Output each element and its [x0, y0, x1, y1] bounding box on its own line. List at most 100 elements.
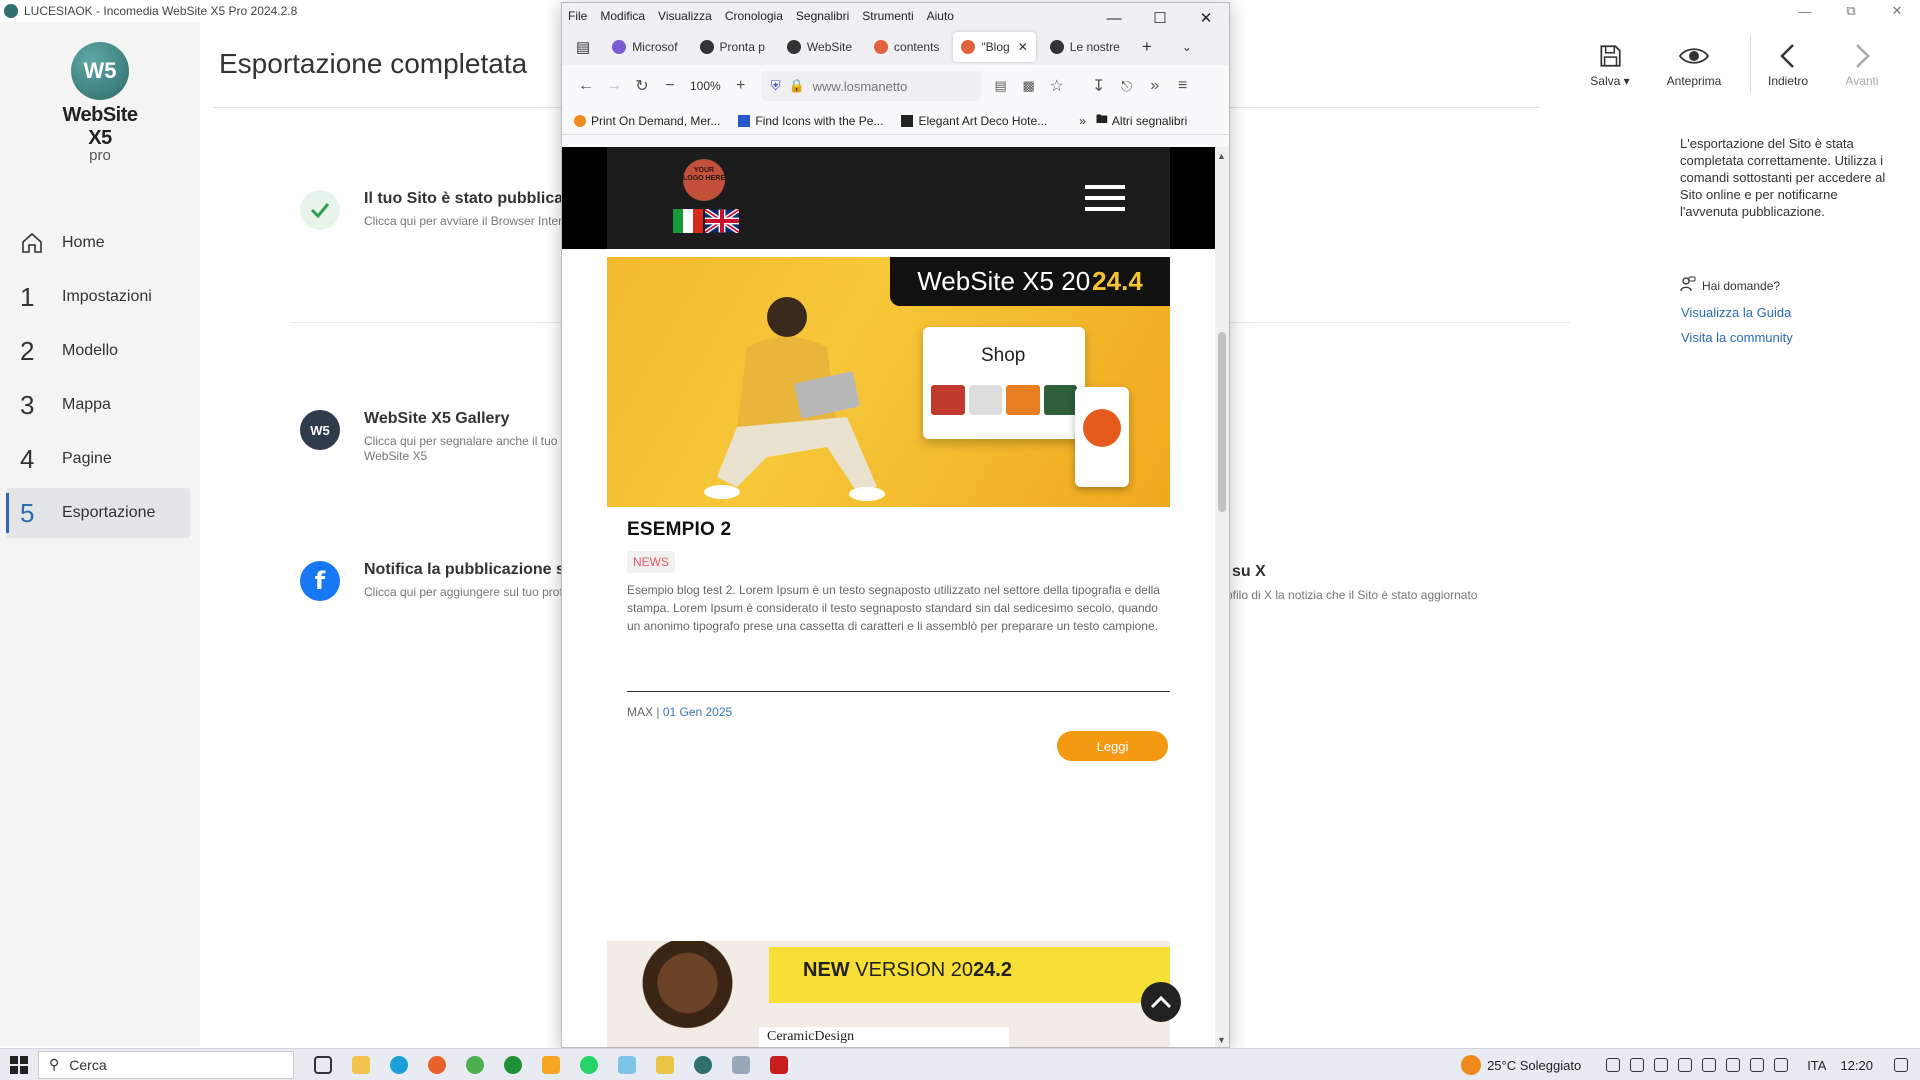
upwork-icon[interactable]	[494, 1050, 532, 1080]
file-explorer-icon[interactable]	[342, 1050, 380, 1080]
browser-tab[interactable]: contents	[866, 32, 947, 62]
x-row-title[interactable]: su X	[1232, 563, 1266, 581]
menu-file[interactable]: File	[568, 9, 587, 23]
gallery-row[interactable]: W5 WebSite X5 Gallery Clicca qui per seg…	[300, 410, 569, 464]
scroll-down-icon[interactable]: ▼	[1217, 1035, 1226, 1045]
usb-icon[interactable]	[1678, 1058, 1693, 1072]
minimize-button[interactable]: —	[1782, 0, 1828, 22]
lock-icon[interactable]: 🔒	[788, 78, 804, 94]
url-bar[interactable]: ⛨ 🔒 www.losmanetto	[760, 71, 981, 101]
network-icon[interactable]	[1702, 1058, 1717, 1072]
browser-tab[interactable]: Pronta p	[692, 32, 773, 62]
new-tab-icon[interactable]: +	[1134, 32, 1160, 62]
star-icon[interactable]: ☆	[1043, 76, 1071, 96]
page-scrollbar[interactable]: ▲ ▼	[1215, 147, 1229, 1047]
browser-tab[interactable]: Le nostre	[1042, 32, 1128, 62]
forward-arrow-icon[interactable]: →	[600, 77, 628, 95]
tray-app-icon[interactable]	[1606, 1058, 1621, 1072]
extensions-icon[interactable]: ⎋	[1113, 78, 1141, 95]
facebook-row[interactable]: f Notifica la pubblicazione su Clicca qu…	[300, 561, 575, 601]
weather-text[interactable]: 25°C Soleggiato	[1487, 1058, 1581, 1073]
tray-app-icon[interactable]	[1630, 1058, 1645, 1072]
post-category-tag[interactable]: NEWS	[627, 551, 675, 573]
bookmark-item[interactable]: Print On Demand, Mer...	[574, 114, 720, 128]
back-to-top-button[interactable]	[1141, 982, 1181, 1022]
zoom-level[interactable]: 100%	[690, 79, 721, 93]
menu-icon[interactable]: ≡	[1169, 77, 1197, 95]
menu-segnalibri[interactable]: Segnalibri	[796, 9, 849, 23]
nav-item-mappa[interactable]: 3 Mappa	[6, 380, 190, 430]
zoom-in-icon[interactable]: +	[727, 77, 755, 95]
bookmark-item[interactable]: Elegant Art Deco Hote...	[901, 114, 1047, 128]
media-app-icon[interactable]	[532, 1050, 570, 1080]
reload-icon[interactable]: ↻	[628, 76, 656, 96]
community-link[interactable]: Visita la community	[1681, 330, 1793, 345]
language-indicator[interactable]: ITA	[1807, 1058, 1826, 1073]
edge-icon[interactable]	[380, 1050, 418, 1080]
browser-tab-active[interactable]: "Blog ✕	[953, 32, 1036, 62]
menu-cronologia[interactable]: Cronologia	[725, 9, 783, 23]
websitex5-app-icon[interactable]	[684, 1050, 722, 1080]
other-bookmarks[interactable]: 🖿 Altri segnalibri	[1096, 110, 1187, 131]
menu-visualizza[interactable]: Visualizza	[658, 9, 712, 23]
post-date[interactable]: 01 Gen 2025	[663, 705, 732, 719]
firefox-icon[interactable]	[418, 1050, 456, 1080]
display-icon[interactable]	[1726, 1058, 1741, 1072]
browser-tab[interactable]: Microsof	[604, 32, 685, 62]
weather-icon[interactable]	[1461, 1055, 1482, 1075]
scrollbar-thumb[interactable]	[1218, 332, 1226, 512]
scroll-up-icon[interactable]: ▲	[1217, 151, 1226, 161]
zoom-out-icon[interactable]: −	[656, 77, 684, 95]
nav-item-pagine[interactable]: 4 Pagine	[6, 434, 190, 484]
chevron-down-icon[interactable]: ⌄	[1174, 32, 1200, 62]
windows-start-icon[interactable]	[0, 1055, 38, 1074]
preview-button[interactable]: Anteprima	[1654, 38, 1734, 88]
uk-flag-icon[interactable]	[705, 209, 739, 233]
whatsapp-icon[interactable]	[570, 1050, 608, 1080]
bookmarks-overflow-icon[interactable]: »	[1079, 114, 1086, 128]
nav-item-esportazione[interactable]: 5 Esportazione	[6, 488, 190, 538]
ff-minimize-button[interactable]: —	[1091, 3, 1137, 33]
ff-maximize-button[interactable]: ☐	[1137, 3, 1183, 33]
download-icon[interactable]: ↧	[1085, 76, 1113, 96]
filezilla-icon[interactable]	[760, 1050, 798, 1080]
browser-tab[interactable]: WebSite	[779, 32, 860, 62]
shield-icon[interactable]: ⛨	[771, 78, 781, 94]
forward-button[interactable]: Avanti	[1822, 38, 1902, 88]
bookmark-item[interactable]: Find Icons with the Pe...	[738, 114, 883, 128]
tray-app-icon[interactable]	[1654, 1058, 1669, 1072]
save-button[interactable]: Salva ▾	[1570, 38, 1650, 88]
overflow-icon[interactable]: »	[1141, 77, 1169, 95]
menu-aiuto[interactable]: Aiuto	[927, 9, 954, 23]
nav-item-impostazioni[interactable]: 1 Impostazioni	[6, 272, 190, 322]
nav-item-modello[interactable]: 2 Modello	[6, 326, 190, 376]
battery-icon[interactable]	[1774, 1058, 1789, 1072]
read-more-button[interactable]: Leggi	[1057, 731, 1168, 761]
chrome-icon[interactable]	[456, 1050, 494, 1080]
tab-list-icon[interactable]: ▤	[568, 32, 598, 62]
guide-link[interactable]: Visualizza la Guida	[1681, 305, 1791, 320]
taskbar-search[interactable]: ⚲ Cerca	[38, 1050, 294, 1079]
next-post-image[interactable]: NEW VERSION 2024.2 CeramicDesign	[607, 941, 1170, 1047]
notepad-icon[interactable]	[608, 1050, 646, 1080]
reader-view-icon[interactable]: ▤	[987, 78, 1015, 94]
back-button[interactable]: Indietro	[1748, 38, 1828, 88]
back-arrow-icon[interactable]: ←	[572, 77, 600, 95]
menu-strumenti[interactable]: Strumenti	[862, 9, 913, 23]
menu-modifica[interactable]: Modifica	[600, 9, 645, 23]
post-hero-image[interactable]: WebSite X5 20 24.4 Shop	[607, 257, 1170, 507]
site-logo[interactable]: YOUR LOGO HERE	[683, 159, 725, 201]
close-button[interactable]: ✕	[1874, 0, 1920, 22]
restore-button[interactable]: ⧉	[1828, 0, 1874, 22]
sketch-app-icon[interactable]	[646, 1050, 684, 1080]
italian-flag-icon[interactable]	[673, 209, 703, 233]
close-tab-icon[interactable]: ✕	[1018, 40, 1028, 54]
nav-item-home[interactable]: Home	[6, 218, 190, 268]
published-row[interactable]: Il tuo Sito è stato pubblicat Clicca qui…	[300, 190, 569, 230]
volume-icon[interactable]	[1750, 1058, 1765, 1072]
picture-icon[interactable]: ▩	[1015, 78, 1043, 94]
task-view-icon[interactable]	[304, 1050, 342, 1080]
clock[interactable]: 12:20	[1840, 1058, 1873, 1073]
ff-close-button[interactable]: ✕	[1183, 3, 1229, 33]
paint-icon[interactable]	[722, 1050, 760, 1080]
